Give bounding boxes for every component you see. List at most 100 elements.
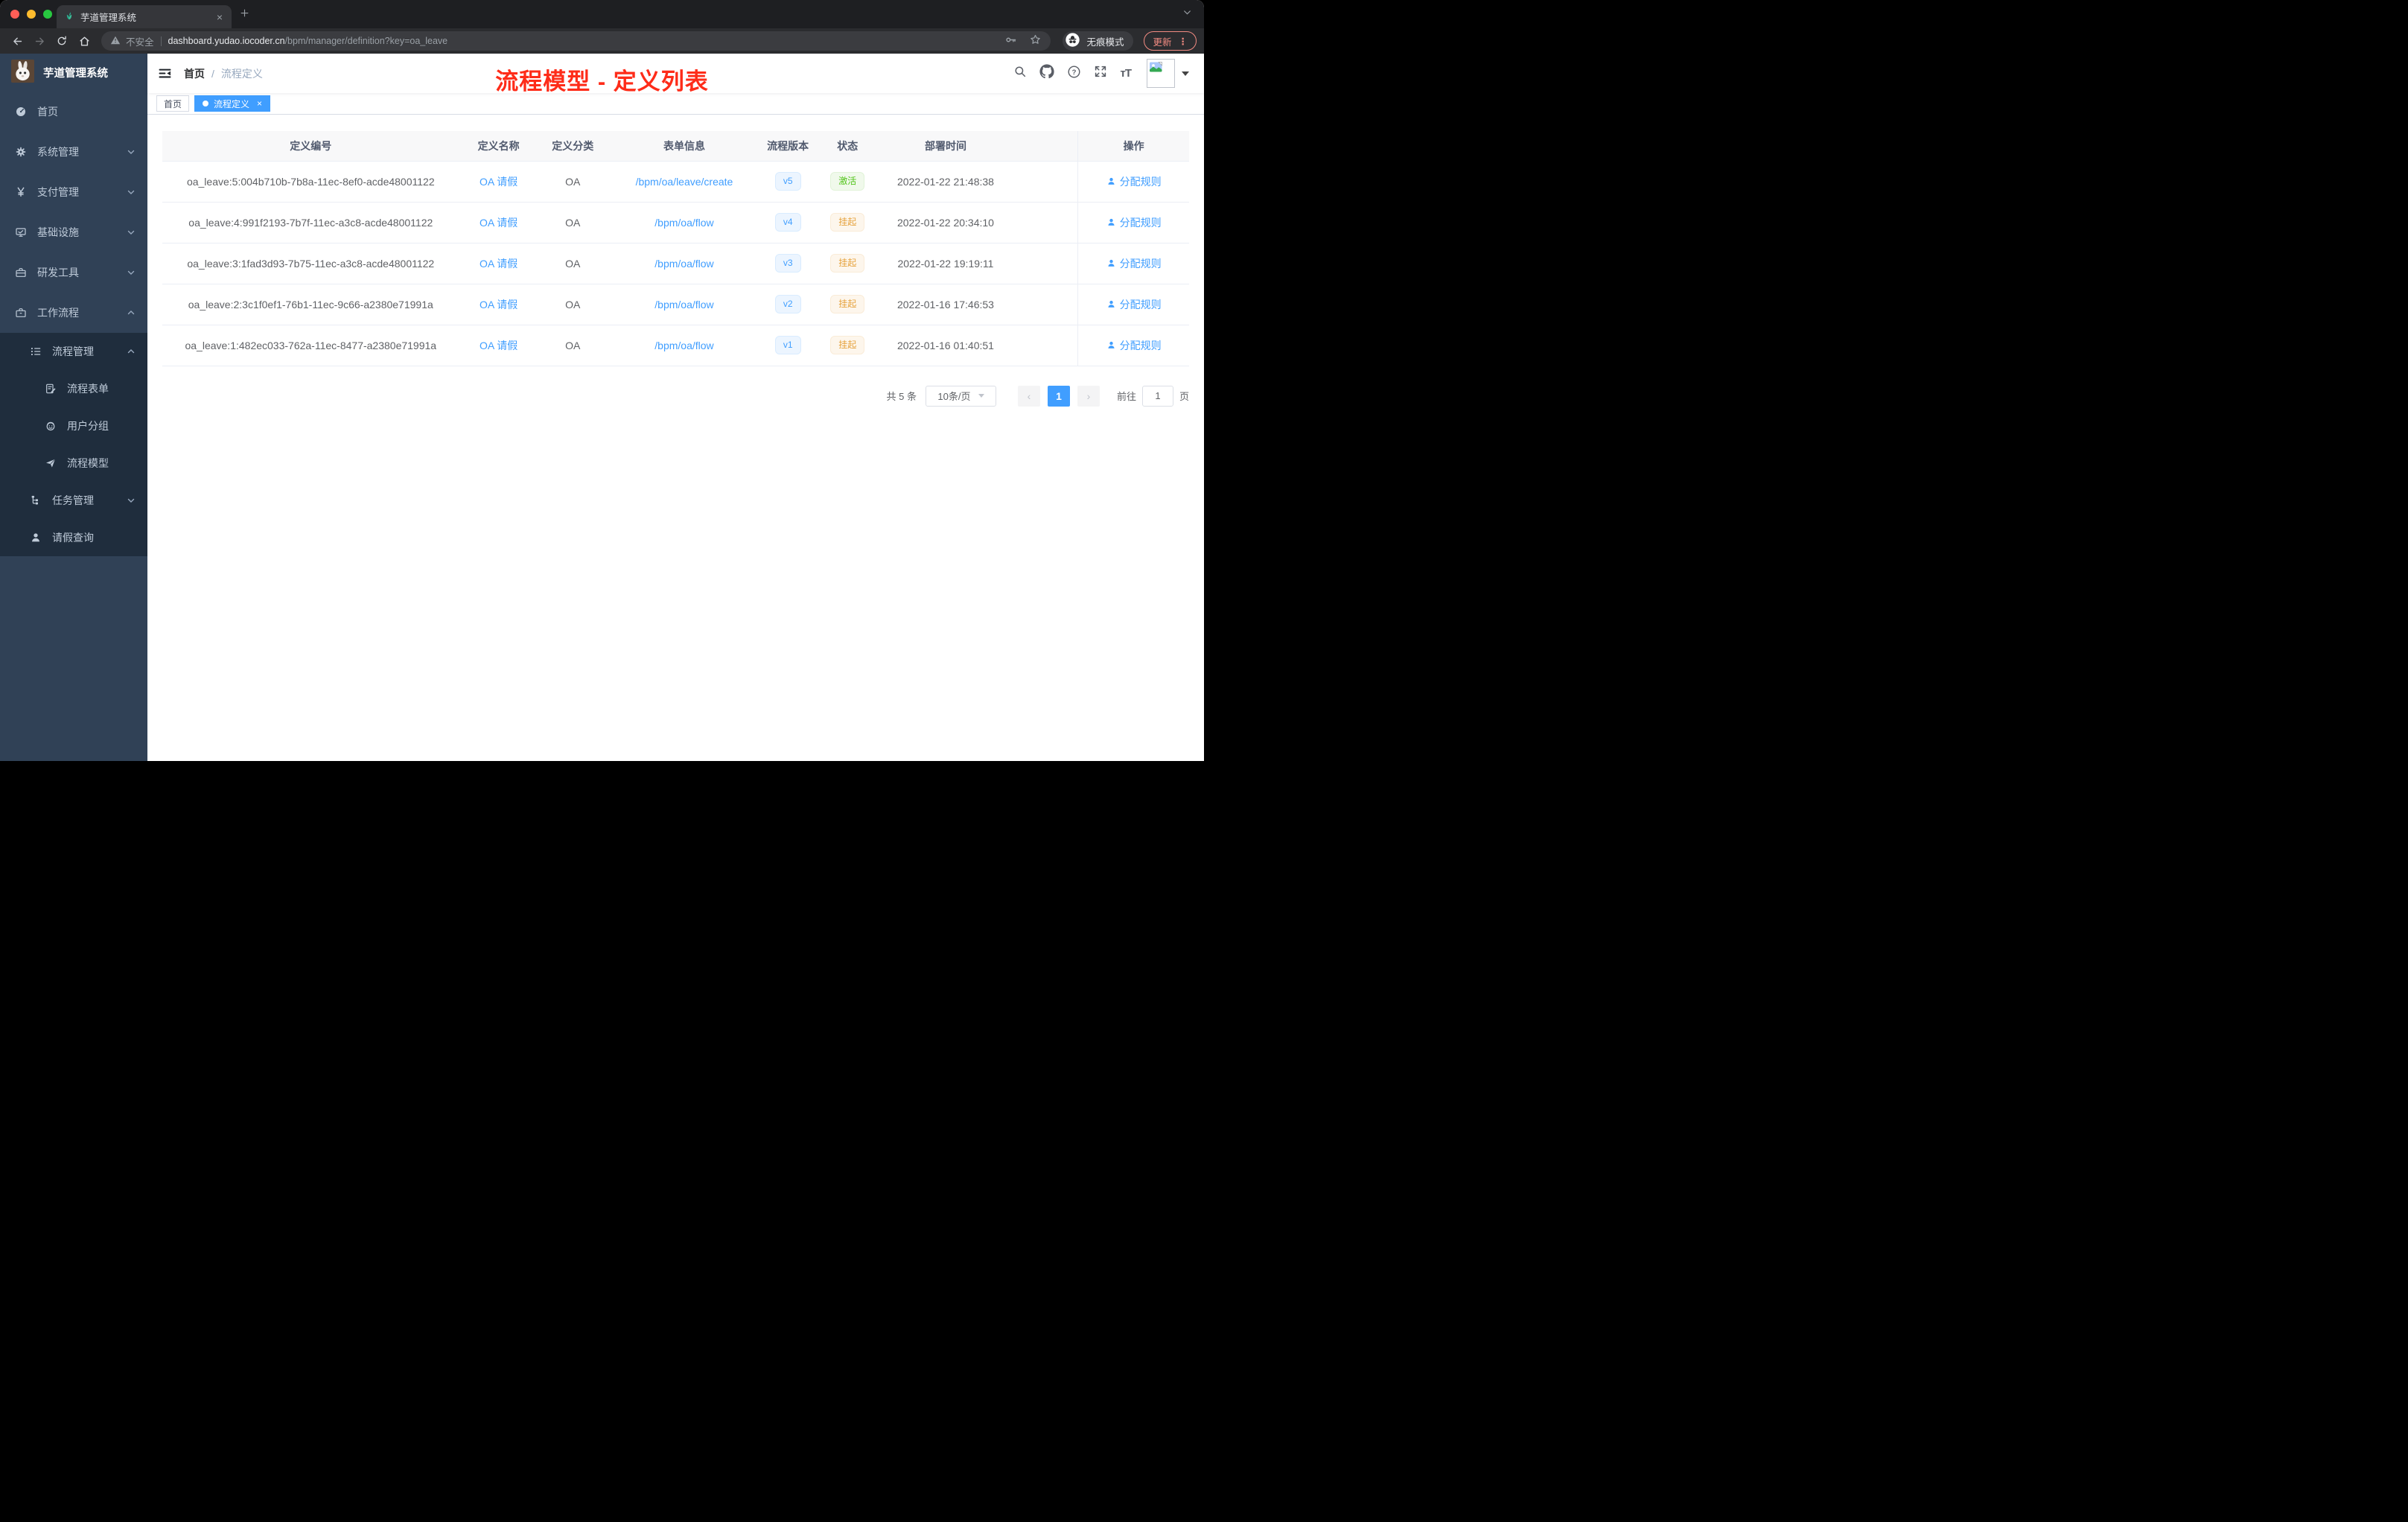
sidebar-item-label: 流程表单 (67, 383, 109, 395)
cell-category: OA (538, 202, 608, 243)
definition-name-link[interactable]: OA 请假 (480, 258, 517, 270)
assign-rule-link[interactable]: 分配规则 (1106, 256, 1162, 271)
new-tab-button[interactable] (239, 7, 250, 22)
sidebar-item-payment[interactable]: 支付管理 (0, 172, 147, 212)
window-close-button[interactable] (10, 10, 19, 19)
security-label[interactable]: 不安全 (126, 34, 154, 48)
form-link[interactable]: /bpm/oa/flow (654, 258, 713, 270)
assign-rule-link[interactable]: 分配规则 (1106, 338, 1162, 353)
user-avatar-wrap[interactable] (1147, 59, 1189, 88)
prev-page-button[interactable]: ‹ (1017, 385, 1040, 407)
sidebar-item-infrastructure[interactable]: 基础设施 (0, 212, 147, 252)
avatar[interactable] (1147, 59, 1175, 88)
cell-definition-id: oa_leave:3:1fad3d93-7b75-11ec-a3c8-acde4… (162, 243, 459, 284)
tag-home[interactable]: 首页 (156, 95, 190, 112)
svg-text:?: ? (1072, 68, 1077, 76)
sidebar-item-workflow[interactable]: 工作流程 (0, 293, 147, 333)
cell-definition-id: oa_leave:5:004b710b-7b8a-11ec-8ef0-acde4… (162, 161, 459, 203)
sidebar-item-task-management[interactable]: 任务管理 (0, 482, 147, 519)
definition-name-link[interactable]: OA 请假 (480, 299, 517, 311)
url-host: dashboard.yudao.iocoder.cn (168, 36, 285, 46)
page-size-select[interactable]: 10条/页 (925, 385, 996, 407)
sidebar-item-process-management[interactable]: 流程管理 (0, 333, 147, 370)
version-badge: v5 (774, 172, 801, 191)
cell-category: OA (538, 243, 608, 284)
page-unit-label: 页 (1179, 391, 1189, 402)
page-annotation: 流程模型 - 定义列表 (495, 69, 709, 95)
search-icon[interactable] (1013, 65, 1027, 82)
caret-down-icon[interactable] (1182, 71, 1189, 76)
form-link[interactable]: /bpm/oa/flow (654, 299, 713, 311)
cell-deploy-time: 2022-01-22 19:19:11 (880, 243, 1011, 284)
browser-update-button[interactable]: 更新 ⋮ (1144, 31, 1197, 51)
assign-rule-link[interactable]: 分配规则 (1106, 215, 1162, 230)
tag-close-icon[interactable]: × (257, 98, 262, 109)
assign-rule-link[interactable]: 分配规则 (1106, 297, 1162, 312)
definition-name-link[interactable]: OA 请假 (480, 217, 517, 229)
browser-toolbar: 不安全 dashboard.yudao.iocoder.cn/bpm/manag… (0, 28, 1204, 54)
table-row: oa_leave:2:3c1f0ef1-76b1-11ec-9c66-a2380… (162, 284, 1189, 325)
key-icon[interactable] (1004, 34, 1017, 48)
col-status: 状态 (815, 131, 881, 162)
tab-close-icon[interactable]: × (215, 11, 224, 23)
incognito-icon (1065, 32, 1080, 50)
bookmark-star-icon[interactable] (1029, 34, 1042, 48)
github-icon[interactable] (1039, 64, 1055, 83)
form-link[interactable]: /bpm/oa/leave/create (636, 176, 733, 188)
tag-label: 首页 (164, 98, 182, 109)
sidebar: 芋道管理系统 首页 系统管理 支付管理 基础设施 研发工具 工作流程 流程管理 … (0, 54, 147, 761)
help-icon[interactable]: ? (1067, 65, 1081, 83)
status-badge: 挂起 (830, 254, 865, 273)
forward-button[interactable] (30, 31, 49, 51)
pagination-total: 共 5 条 (886, 391, 917, 402)
sidebar-item-label: 研发工具 (37, 267, 79, 278)
reload-button[interactable] (52, 31, 71, 51)
back-button[interactable] (7, 31, 27, 51)
sidebar-item-leave-query[interactable]: 请假查询 (0, 519, 147, 556)
update-label: 更新 (1153, 36, 1172, 48)
tab-search-chevron-icon[interactable] (1182, 7, 1192, 21)
browser-menu-icon[interactable]: ⋮ (1179, 36, 1188, 47)
sidebar-item-user-group[interactable]: 用户分组 (0, 407, 147, 445)
definition-name-link[interactable]: OA 请假 (480, 340, 517, 351)
chevron-up-icon (127, 308, 136, 317)
definition-name-link[interactable]: OA 请假 (480, 176, 517, 188)
assign-rule-link[interactable]: 分配规则 (1106, 174, 1162, 189)
sidebar-toggle-hamburger-icon[interactable] (158, 66, 172, 80)
tree-icon (30, 494, 42, 506)
sidebar-item-system[interactable]: 系统管理 (0, 132, 147, 172)
sidebar-item-label: 任务管理 (52, 494, 94, 506)
app-title: 芋道管理系统 (43, 68, 108, 80)
version-badge: v1 (774, 336, 801, 354)
sidebar-item-process-form[interactable]: 流程表单 (0, 370, 147, 407)
sidebar-item-home[interactable]: 首页 (0, 92, 147, 132)
col-deploy-time: 部署时间 (880, 131, 1011, 162)
yen-icon (15, 186, 27, 198)
form-link[interactable]: /bpm/oa/flow (654, 217, 713, 229)
goto-label: 前往 (1116, 391, 1136, 402)
sidebar-item-devtools[interactable]: 研发工具 (0, 252, 147, 293)
fontsize-icon[interactable]: тT (1120, 67, 1131, 80)
next-page-button[interactable]: › (1077, 385, 1100, 407)
window-zoom-button[interactable] (43, 10, 52, 19)
chevron-down-icon (127, 496, 136, 505)
sidebar-item-process-model[interactable]: 流程模型 (0, 445, 147, 482)
form-link[interactable]: /bpm/oa/flow (654, 340, 713, 351)
fullscreen-icon[interactable] (1094, 65, 1107, 82)
version-badge: v3 (774, 254, 801, 273)
browser-tab[interactable]: 芋道管理系统 × (57, 5, 232, 28)
breadcrumb-home-link[interactable]: 首页 (184, 66, 205, 81)
url-bar[interactable]: 不安全 dashboard.yudao.iocoder.cn/bpm/manag… (101, 31, 1051, 51)
tag-process-definition[interactable]: 流程定义 × (194, 95, 271, 112)
cell-definition-id: oa_leave:2:3c1f0ef1-76b1-11ec-9c66-a2380… (162, 284, 459, 325)
warning-icon (110, 35, 121, 48)
home-button[interactable] (74, 31, 94, 51)
cell-filler (1010, 284, 1078, 325)
sidebar-item-label: 流程模型 (67, 457, 109, 469)
toolbox-icon (15, 267, 27, 278)
tag-label: 流程定义 (214, 98, 250, 109)
page-1-button[interactable]: 1 (1047, 385, 1070, 407)
window-minimize-button[interactable] (27, 10, 36, 19)
app-window: 芋道管理系统 首页 系统管理 支付管理 基础设施 研发工具 工作流程 流程管理 … (0, 54, 1204, 761)
goto-page-input[interactable] (1141, 385, 1173, 407)
